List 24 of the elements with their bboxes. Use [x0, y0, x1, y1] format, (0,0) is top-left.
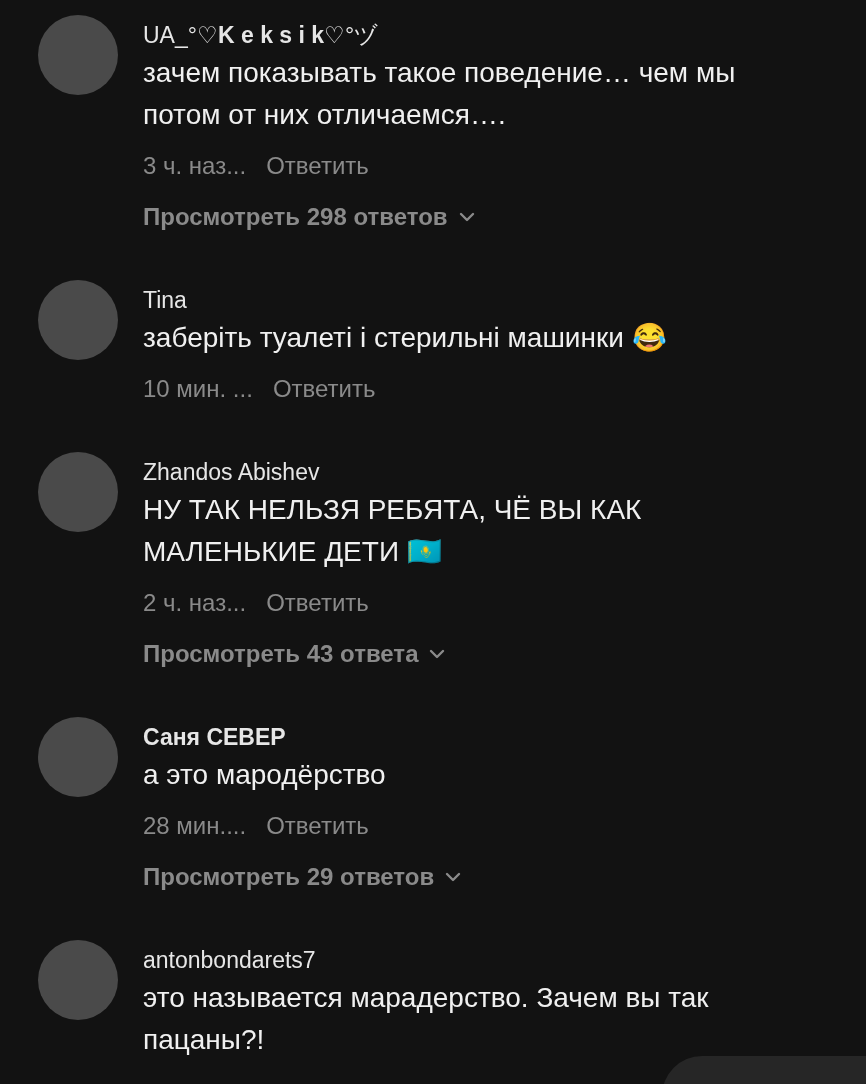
comment-text: заберіть туалеті і стерильні машинки 😂 [143, 321, 668, 355]
comment-text: зачем показывать такое поведение… чем мы потом от них отличаемся…. [143, 56, 737, 132]
timestamp: 3 ч. наз... [143, 151, 247, 181]
chevron-down-icon [444, 871, 463, 883]
reply-link[interactable]: Ответить [266, 148, 369, 184]
chevron-down-icon [457, 211, 476, 223]
username[interactable]: Саня СЕВЕР [143, 722, 826, 752]
comment-text: а это мародёрство [143, 758, 387, 792]
timestamp: 28 мин.... [143, 811, 247, 841]
view-replies-button[interactable]: Просмотреть 298 ответов [143, 199, 476, 235]
chevron-down-icon [428, 648, 447, 660]
view-replies-button[interactable]: Просмотреть 43 ответа [143, 636, 447, 672]
username[interactable]: Zhandos Abishev [143, 457, 826, 487]
comment-text: это называется марадерство. Зачем вы так пацаны?! [143, 981, 710, 1057]
comment-text: НУ ТАК НЕЛЬЗЯ РЕБЯТА, ЧЁ ВЫ КАК МАЛЕНЬКИЕ ДЕТИ 🇰🇿 [143, 493, 643, 569]
reply-link[interactable]: Ответить [266, 808, 369, 844]
reply-link[interactable]: Ответить [266, 585, 369, 621]
username[interactable]: Tina [143, 285, 826, 315]
username[interactable]: UA_°♡K e k s i k♡°ヅ [143, 20, 826, 50]
timestamp: 10 мин. ... [143, 374, 253, 404]
username[interactable]: antonbondarets7 [143, 945, 826, 975]
timestamp: 2 ч. наз... [143, 588, 247, 618]
reply-link[interactable]: Ответить [272, 371, 376, 407]
view-replies-button[interactable]: Просмотреть 29 ответов [143, 859, 463, 895]
